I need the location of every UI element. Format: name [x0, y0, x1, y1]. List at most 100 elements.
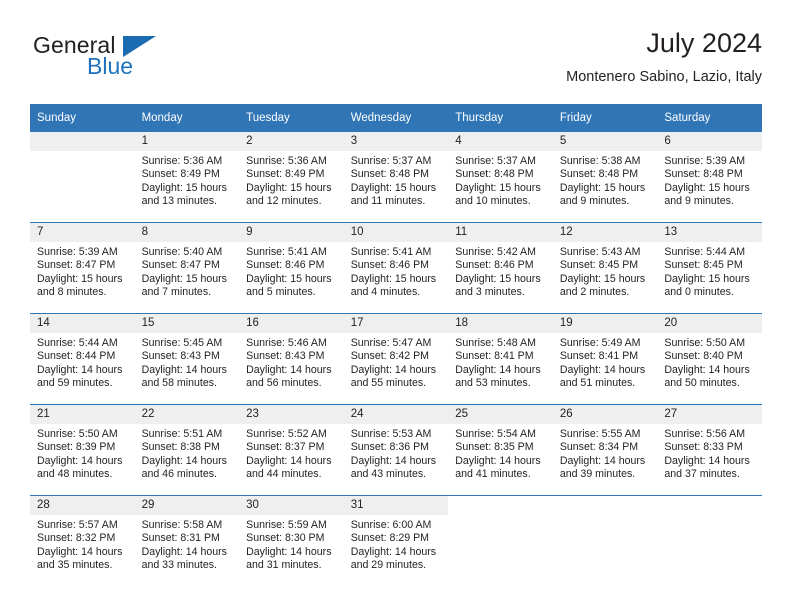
day-cell-13[interactable]: 13 Sunrise: 5:44 AM Sunset: 8:45 PM Dayligh… — [657, 223, 762, 313]
daylight-duration-line2: and 48 minutes. — [37, 468, 113, 481]
day-cell-empty — [657, 496, 762, 586]
sunset-time: Sunset: 8:49 PM — [246, 168, 325, 181]
daylight-duration-line2: and 35 minutes. — [37, 559, 113, 572]
day-number: 19 — [552, 314, 658, 333]
page-subtitle: Montenero Sabino, Lazio, Italy — [566, 68, 762, 85]
day-cell-8[interactable]: 8 Sunrise: 5:40 AM Sunset: 8:47 PM Daylight… — [134, 223, 240, 313]
daylight-duration-line1: Daylight: 14 hours — [37, 545, 123, 558]
day-cell-14[interactable]: 14 Sunrise: 5:44 AM Sunset: 8:44 PM Dayligh… — [30, 314, 135, 404]
sunset-time: Sunset: 8:46 PM — [350, 259, 430, 272]
daylight-duration-line2: and 11 minutes. — [350, 195, 426, 208]
day-cell-31[interactable]: 31 Sunrise: 6:00 AM Sunset: 8:29 PM Dayligh… — [343, 496, 449, 586]
day-cell-27[interactable]: 27 Sunrise: 5:56 AM Sunset: 8:33 PM Dayligh… — [657, 405, 762, 495]
page-title: July 2024 — [646, 28, 762, 58]
day-number: 13 — [657, 223, 762, 242]
day-cell-4[interactable]: 4 Sunrise: 5:37 AM Sunset: 8:48 PM Daylight… — [448, 132, 553, 222]
day-cell-24[interactable]: 24 Sunrise: 5:53 AM Sunset: 8:36 PM Dayligh… — [343, 405, 449, 495]
sunrise-time: Sunrise: 5:39 AM — [37, 246, 118, 258]
sunset-time: Sunset: 8:48 PM — [455, 168, 534, 181]
day-details: Sunrise: 5:58 AM Sunset: 8:31 PM Daylight:… — [135, 515, 240, 573]
day-cell-17[interactable]: 17 Sunrise: 5:47 AM Sunset: 8:42 PM Dayligh… — [343, 314, 449, 404]
daylight-duration-line1: Daylight: 15 hours — [559, 181, 646, 194]
day-number: 10 — [343, 223, 449, 242]
day-cell-21[interactable]: 21 Sunrise: 5:50 AM Sunset: 8:39 PM Dayligh… — [30, 405, 135, 495]
general-blue-logo[interactable]: General Blue — [30, 34, 230, 90]
day-cell-19[interactable]: 19 Sunrise: 5:49 AM Sunset: 8:41 PM Dayligh… — [552, 314, 658, 404]
day-details: Sunrise: 5:48 AM Sunset: 8:41 PM Daylight:… — [448, 333, 553, 391]
daylight-duration-line2: and 51 minutes. — [559, 377, 636, 390]
day-cell-22[interactable]: 22 Sunrise: 5:51 AM Sunset: 8:38 PM Dayligh… — [134, 405, 240, 495]
day-number — [30, 132, 135, 151]
day-cell-18[interactable]: 18 Sunrise: 5:48 AM Sunset: 8:41 PM Dayligh… — [448, 314, 553, 404]
daylight-duration-line2: and 2 minutes. — [559, 286, 630, 299]
sunrise-time: Sunrise: 5:57 AM — [37, 519, 118, 531]
calendar-cell: 15 Sunrise: 5:45 AM Sunset: 8:43 PM Dayligh… — [134, 313, 240, 405]
sunrise-time: Sunrise: 5:37 AM — [350, 155, 432, 167]
sunset-time: Sunset: 8:47 PM — [141, 259, 220, 272]
calendar-cell: 11 Sunrise: 5:42 AM Sunset: 8:46 PM Dayligh… — [448, 222, 553, 314]
day-details: Sunrise: 5:50 AM Sunset: 8:39 PM Daylight:… — [30, 424, 135, 482]
calendar-cell: 23 Sunrise: 5:52 AM Sunset: 8:37 PM Dayligh… — [239, 404, 344, 496]
daylight-duration-line2: and 9 minutes. — [559, 195, 630, 208]
day-cell-29[interactable]: 29 Sunrise: 5:58 AM Sunset: 8:31 PM Dayligh… — [134, 496, 240, 586]
sunset-time: Sunset: 8:46 PM — [455, 259, 534, 272]
day-number: 11 — [448, 223, 553, 242]
day-cell-23[interactable]: 23 Sunrise: 5:52 AM Sunset: 8:37 PM Dayligh… — [239, 405, 344, 495]
sunset-time: Sunset: 8:47 PM — [37, 259, 116, 272]
day-cell-empty — [30, 132, 135, 222]
calendar-cell: 22 Sunrise: 5:51 AM Sunset: 8:38 PM Dayligh… — [134, 404, 240, 496]
calendar-cell: 25 Sunrise: 5:54 AM Sunset: 8:35 PM Dayligh… — [448, 404, 553, 496]
sunrise-time: Sunrise: 5:47 AM — [350, 337, 432, 349]
sunset-time: Sunset: 8:40 PM — [664, 350, 743, 363]
day-number: 15 — [134, 314, 240, 333]
day-cell-3[interactable]: 3 Sunrise: 5:37 AM Sunset: 8:48 PM Daylight… — [343, 132, 449, 222]
daylight-duration-line2: and 43 minutes. — [350, 468, 427, 481]
day-details: Sunrise: 5:38 AM Sunset: 8:48 PM Daylight:… — [553, 151, 658, 209]
day-cell-20[interactable]: 20 Sunrise: 5:50 AM Sunset: 8:40 PM Dayligh… — [657, 314, 762, 404]
sunset-time: Sunset: 8:37 PM — [246, 441, 325, 454]
weekday-header-sunday: Sunday — [30, 104, 135, 132]
calendar-cell: 28 Sunrise: 5:57 AM Sunset: 8:32 PM Dayligh… — [30, 495, 135, 586]
sunrise-time: Sunrise: 5:54 AM — [455, 428, 536, 440]
day-cell-15[interactable]: 15 Sunrise: 5:45 AM Sunset: 8:43 PM Dayligh… — [134, 314, 240, 404]
day-cell-10[interactable]: 10 Sunrise: 5:41 AM Sunset: 8:46 PM Dayligh… — [343, 223, 449, 313]
day-cell-28[interactable]: 28 Sunrise: 5:57 AM Sunset: 8:32 PM Dayligh… — [30, 496, 135, 586]
daylight-duration-line2: and 5 minutes. — [246, 286, 316, 299]
day-details: Sunrise: 5:51 AM Sunset: 8:38 PM Daylight:… — [135, 424, 240, 482]
daylight-duration-line2: and 0 minutes. — [664, 286, 734, 299]
day-cell-5[interactable]: 5 Sunrise: 5:38 AM Sunset: 8:48 PM Daylight… — [552, 132, 658, 222]
calendar-body: 1 Sunrise: 5:36 AM Sunset: 8:49 PM Daylight… — [30, 132, 762, 586]
calendar-header-row: Sunday Monday Tuesday Wednesday Thursday Frid… — [30, 104, 762, 132]
day-cell-9[interactable]: 9 Sunrise: 5:41 AM Sunset: 8:46 PM Daylight… — [239, 223, 344, 313]
daylight-duration-line2: and 39 minutes. — [559, 468, 636, 481]
calendar-cell: 4 Sunrise: 5:37 AM Sunset: 8:48 PM Daylight… — [448, 132, 553, 223]
day-number: 14 — [30, 314, 135, 333]
daylight-duration-line2: and 56 minutes. — [246, 377, 322, 390]
day-cell-1[interactable]: 1 Sunrise: 5:36 AM Sunset: 8:49 PM Daylight… — [134, 132, 240, 222]
day-details: Sunrise: 5:59 AM Sunset: 8:30 PM Daylight:… — [239, 515, 344, 573]
day-number: 4 — [448, 132, 553, 151]
daylight-duration-line2: and 13 minutes. — [141, 195, 217, 208]
day-cell-2[interactable]: 2 Sunrise: 5:36 AM Sunset: 8:49 PM Daylight… — [239, 132, 344, 222]
day-cell-25[interactable]: 25 Sunrise: 5:54 AM Sunset: 8:35 PM Dayligh… — [448, 405, 553, 495]
day-cell-11[interactable]: 11 Sunrise: 5:42 AM Sunset: 8:46 PM Dayligh… — [448, 223, 553, 313]
day-cell-12[interactable]: 12 Sunrise: 5:43 AM Sunset: 8:45 PM Dayligh… — [552, 223, 658, 313]
day-cell-30[interactable]: 30 Sunrise: 5:59 AM Sunset: 8:30 PM Dayligh… — [239, 496, 344, 586]
day-details: Sunrise: 5:42 AM Sunset: 8:46 PM Daylight:… — [448, 242, 553, 300]
calendar-cell: 9 Sunrise: 5:41 AM Sunset: 8:46 PM Daylight… — [239, 222, 344, 314]
daylight-duration-line1: Daylight: 14 hours — [350, 545, 437, 558]
day-cell-26[interactable]: 26 Sunrise: 5:55 AM Sunset: 8:34 PM Dayligh… — [552, 405, 658, 495]
daylight-duration-line1: Daylight: 15 hours — [141, 181, 227, 194]
daylight-duration-line1: Daylight: 15 hours — [246, 181, 332, 194]
calendar-cell: 24 Sunrise: 5:53 AM Sunset: 8:36 PM Dayligh… — [343, 404, 449, 496]
day-details: Sunrise: 5:36 AM Sunset: 8:49 PM Daylight:… — [239, 151, 344, 209]
sunset-time: Sunset: 8:39 PM — [37, 441, 116, 454]
calendar-page: General Blue July 2024 Montenero Sabino,… — [0, 0, 792, 612]
day-cell-7[interactable]: 7 Sunrise: 5:39 AM Sunset: 8:47 PM Daylight… — [30, 223, 135, 313]
sunrise-time: Sunrise: 5:48 AM — [455, 337, 536, 349]
day-cell-6[interactable]: 6 Sunrise: 5:39 AM Sunset: 8:48 PM Daylight… — [657, 132, 762, 222]
calendar-cell: 26 Sunrise: 5:55 AM Sunset: 8:34 PM Dayligh… — [552, 404, 658, 496]
daylight-duration-line1: Daylight: 14 hours — [559, 454, 646, 467]
day-cell-16[interactable]: 16 Sunrise: 5:46 AM Sunset: 8:43 PM Dayligh… — [239, 314, 344, 404]
day-number: 31 — [343, 496, 449, 515]
